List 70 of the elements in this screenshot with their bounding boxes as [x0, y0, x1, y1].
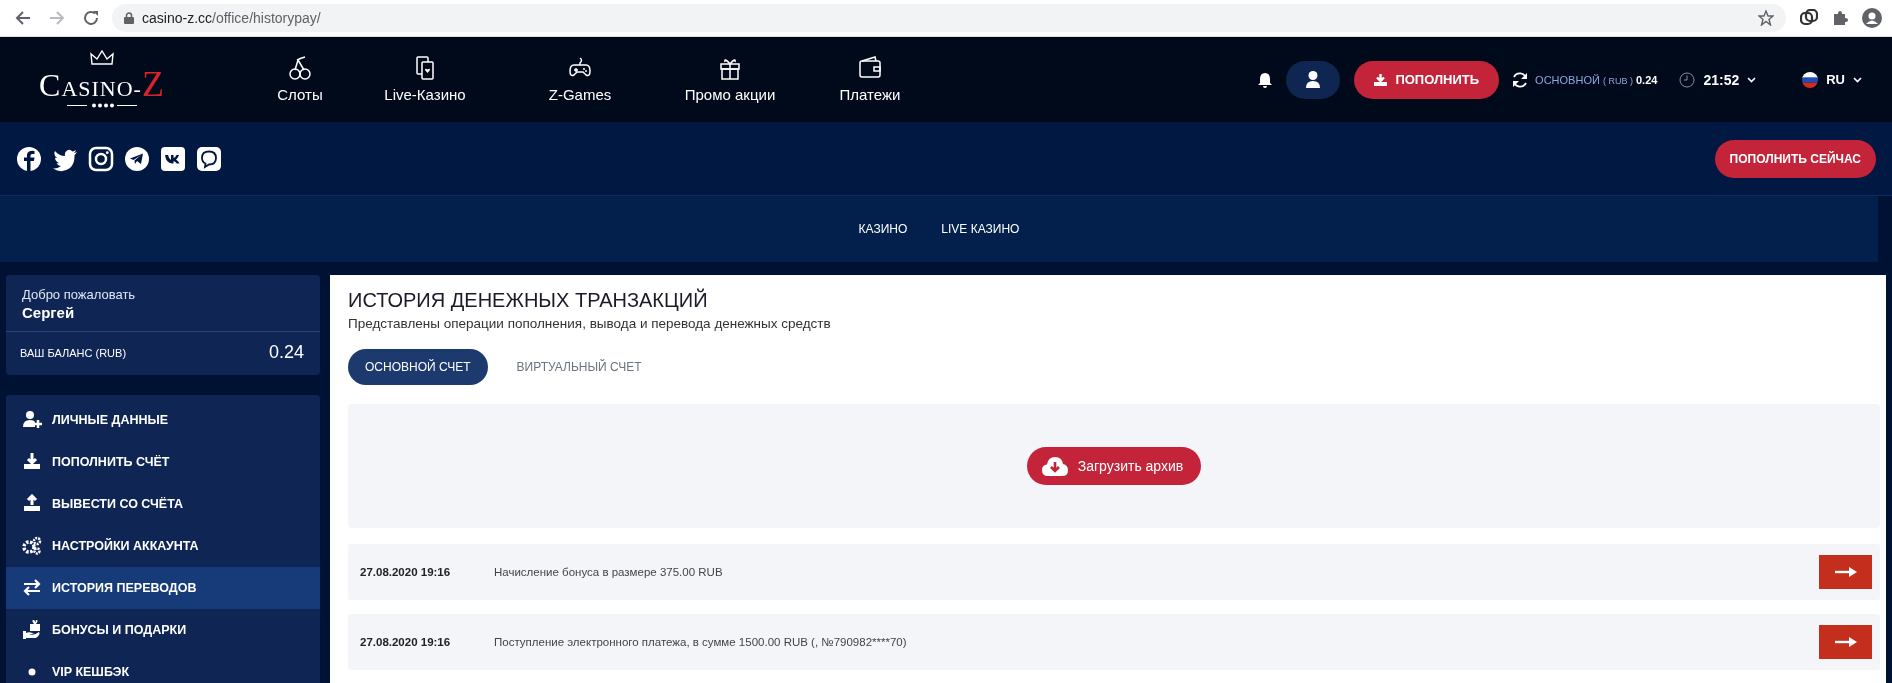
subnav-link[interactable]: LIVE КАЗИНО — [941, 222, 1020, 236]
clock-icon — [1679, 71, 1696, 88]
crown-icon — [90, 50, 114, 66]
cherries-icon — [289, 56, 311, 80]
address-bar[interactable]: casino-z.cc/office/historypay/ — [112, 4, 1786, 32]
download-icon — [22, 452, 42, 472]
nav-item[interactable]: Платежи — [830, 56, 910, 103]
welcome-text: Добро пожаловать — [22, 287, 137, 302]
extension-icon[interactable] — [1800, 9, 1818, 27]
menu-item[interactable]: ВЫВЕСТИ СО СЧЁТА — [6, 483, 320, 525]
cards-icon — [414, 56, 436, 80]
arrow-icon — [1834, 637, 1857, 647]
details-button[interactable] — [1819, 625, 1872, 659]
page-subtitle: Представлены операции пополнения, вывода и перевода денежных средств — [348, 316, 832, 331]
transaction-date: 27.08.2020 19:16 — [360, 636, 452, 648]
subnav-link[interactable]: КАЗИНО — [858, 222, 908, 236]
paper-plane-icon[interactable] — [124, 145, 150, 172]
menu-item[interactable]: VIP КЕШБЭК — [6, 651, 320, 683]
upload-icon — [22, 494, 42, 514]
deposit-now-button[interactable]: ПОПОЛНИТЬ СЕЙЧАС — [1714, 139, 1876, 178]
account-tab[interactable]: ОСНОВНОЙ СЧЕТ — [348, 349, 488, 385]
menu-item[interactable]: ЛИЧНЫЕ ДАННЫЕ — [6, 399, 320, 441]
arrow-icon — [1834, 567, 1857, 577]
language-selector[interactable]: RU — [1826, 72, 1845, 87]
transaction-date: 27.08.2020 19:16 — [360, 566, 452, 578]
nav-item[interactable]: Промо акции — [670, 56, 790, 103]
nav-item[interactable]: Z-Games — [530, 56, 630, 103]
clock-time: 21:52 — [1703, 71, 1740, 88]
download-icon — [1374, 73, 1388, 86]
menu-item[interactable]: НАСТРОЙКИ АККАУНТА — [6, 525, 320, 567]
logo-text[interactable]: CASINO-Z — [39, 66, 165, 102]
nav-item[interactable]: Слоты — [260, 56, 340, 103]
account-balance: ОСНОВНОЙ ( RUB ) 0.24 — [1535, 73, 1658, 86]
user-icon — [1306, 71, 1321, 88]
balance-label: ВАШ БАЛАНС (RUB) — [20, 346, 127, 359]
puzzle-icon[interactable] — [1832, 10, 1848, 26]
gears-icon — [22, 536, 42, 556]
menu-item[interactable]: ИСТОРИЯ ПЕРЕВОДОВ — [6, 567, 320, 609]
details-button[interactable] — [1819, 555, 1872, 589]
gift-icon — [22, 620, 42, 640]
gift-icon — [719, 56, 741, 80]
bell-icon[interactable] — [1258, 71, 1273, 88]
page-title: ИСТОРИЯ ДЕНЕЖНЫХ ТРАНЗАКЦИЙ — [348, 289, 709, 312]
profile-icon[interactable] — [1862, 8, 1882, 28]
flag-icon — [1802, 71, 1819, 88]
user-name: Сергей — [22, 304, 76, 321]
chevron-icon[interactable] — [1853, 76, 1862, 83]
archive-button[interactable]: Загрузить архив — [1026, 447, 1202, 485]
menu-item[interactable]: БОНУСЫ И ПОДАРКИ — [6, 609, 320, 651]
arrows-icon — [22, 578, 42, 598]
suits-icon — [67, 102, 137, 109]
vk-icon[interactable] — [160, 145, 186, 172]
transaction-description: Начисление бонуса в размере 375.00 RUB — [494, 566, 724, 578]
cloud-download-icon — [1040, 455, 1069, 477]
star-icon[interactable] — [1758, 10, 1774, 26]
balance-value: 0.24 — [268, 342, 304, 363]
nav-item[interactable]: Live-Казино — [360, 56, 490, 103]
transaction-description: Поступление электронного платежа, в сумме 1500.00 RUB (, №790982****70) — [494, 636, 908, 648]
account-tab[interactable]: ВИРТУАЛЬНЫЙ СЧЕТ — [499, 349, 659, 385]
chat-icon[interactable] — [196, 145, 222, 172]
wallet-icon — [859, 56, 881, 80]
menu-item[interactable]: ПОПОЛНИТЬ СЧЁТ — [6, 441, 320, 483]
instagram-icon[interactable] — [88, 145, 114, 172]
refresh-icon[interactable] — [1511, 70, 1530, 89]
deposit-button[interactable]: ПОПОЛНИТЬ — [1354, 60, 1500, 99]
user-plus-icon — [22, 410, 42, 430]
chevron-icon[interactable] — [1747, 76, 1757, 83]
profile-button[interactable] — [1286, 60, 1341, 99]
lock-icon — [124, 12, 134, 24]
facebook-icon[interactable] — [16, 145, 42, 172]
